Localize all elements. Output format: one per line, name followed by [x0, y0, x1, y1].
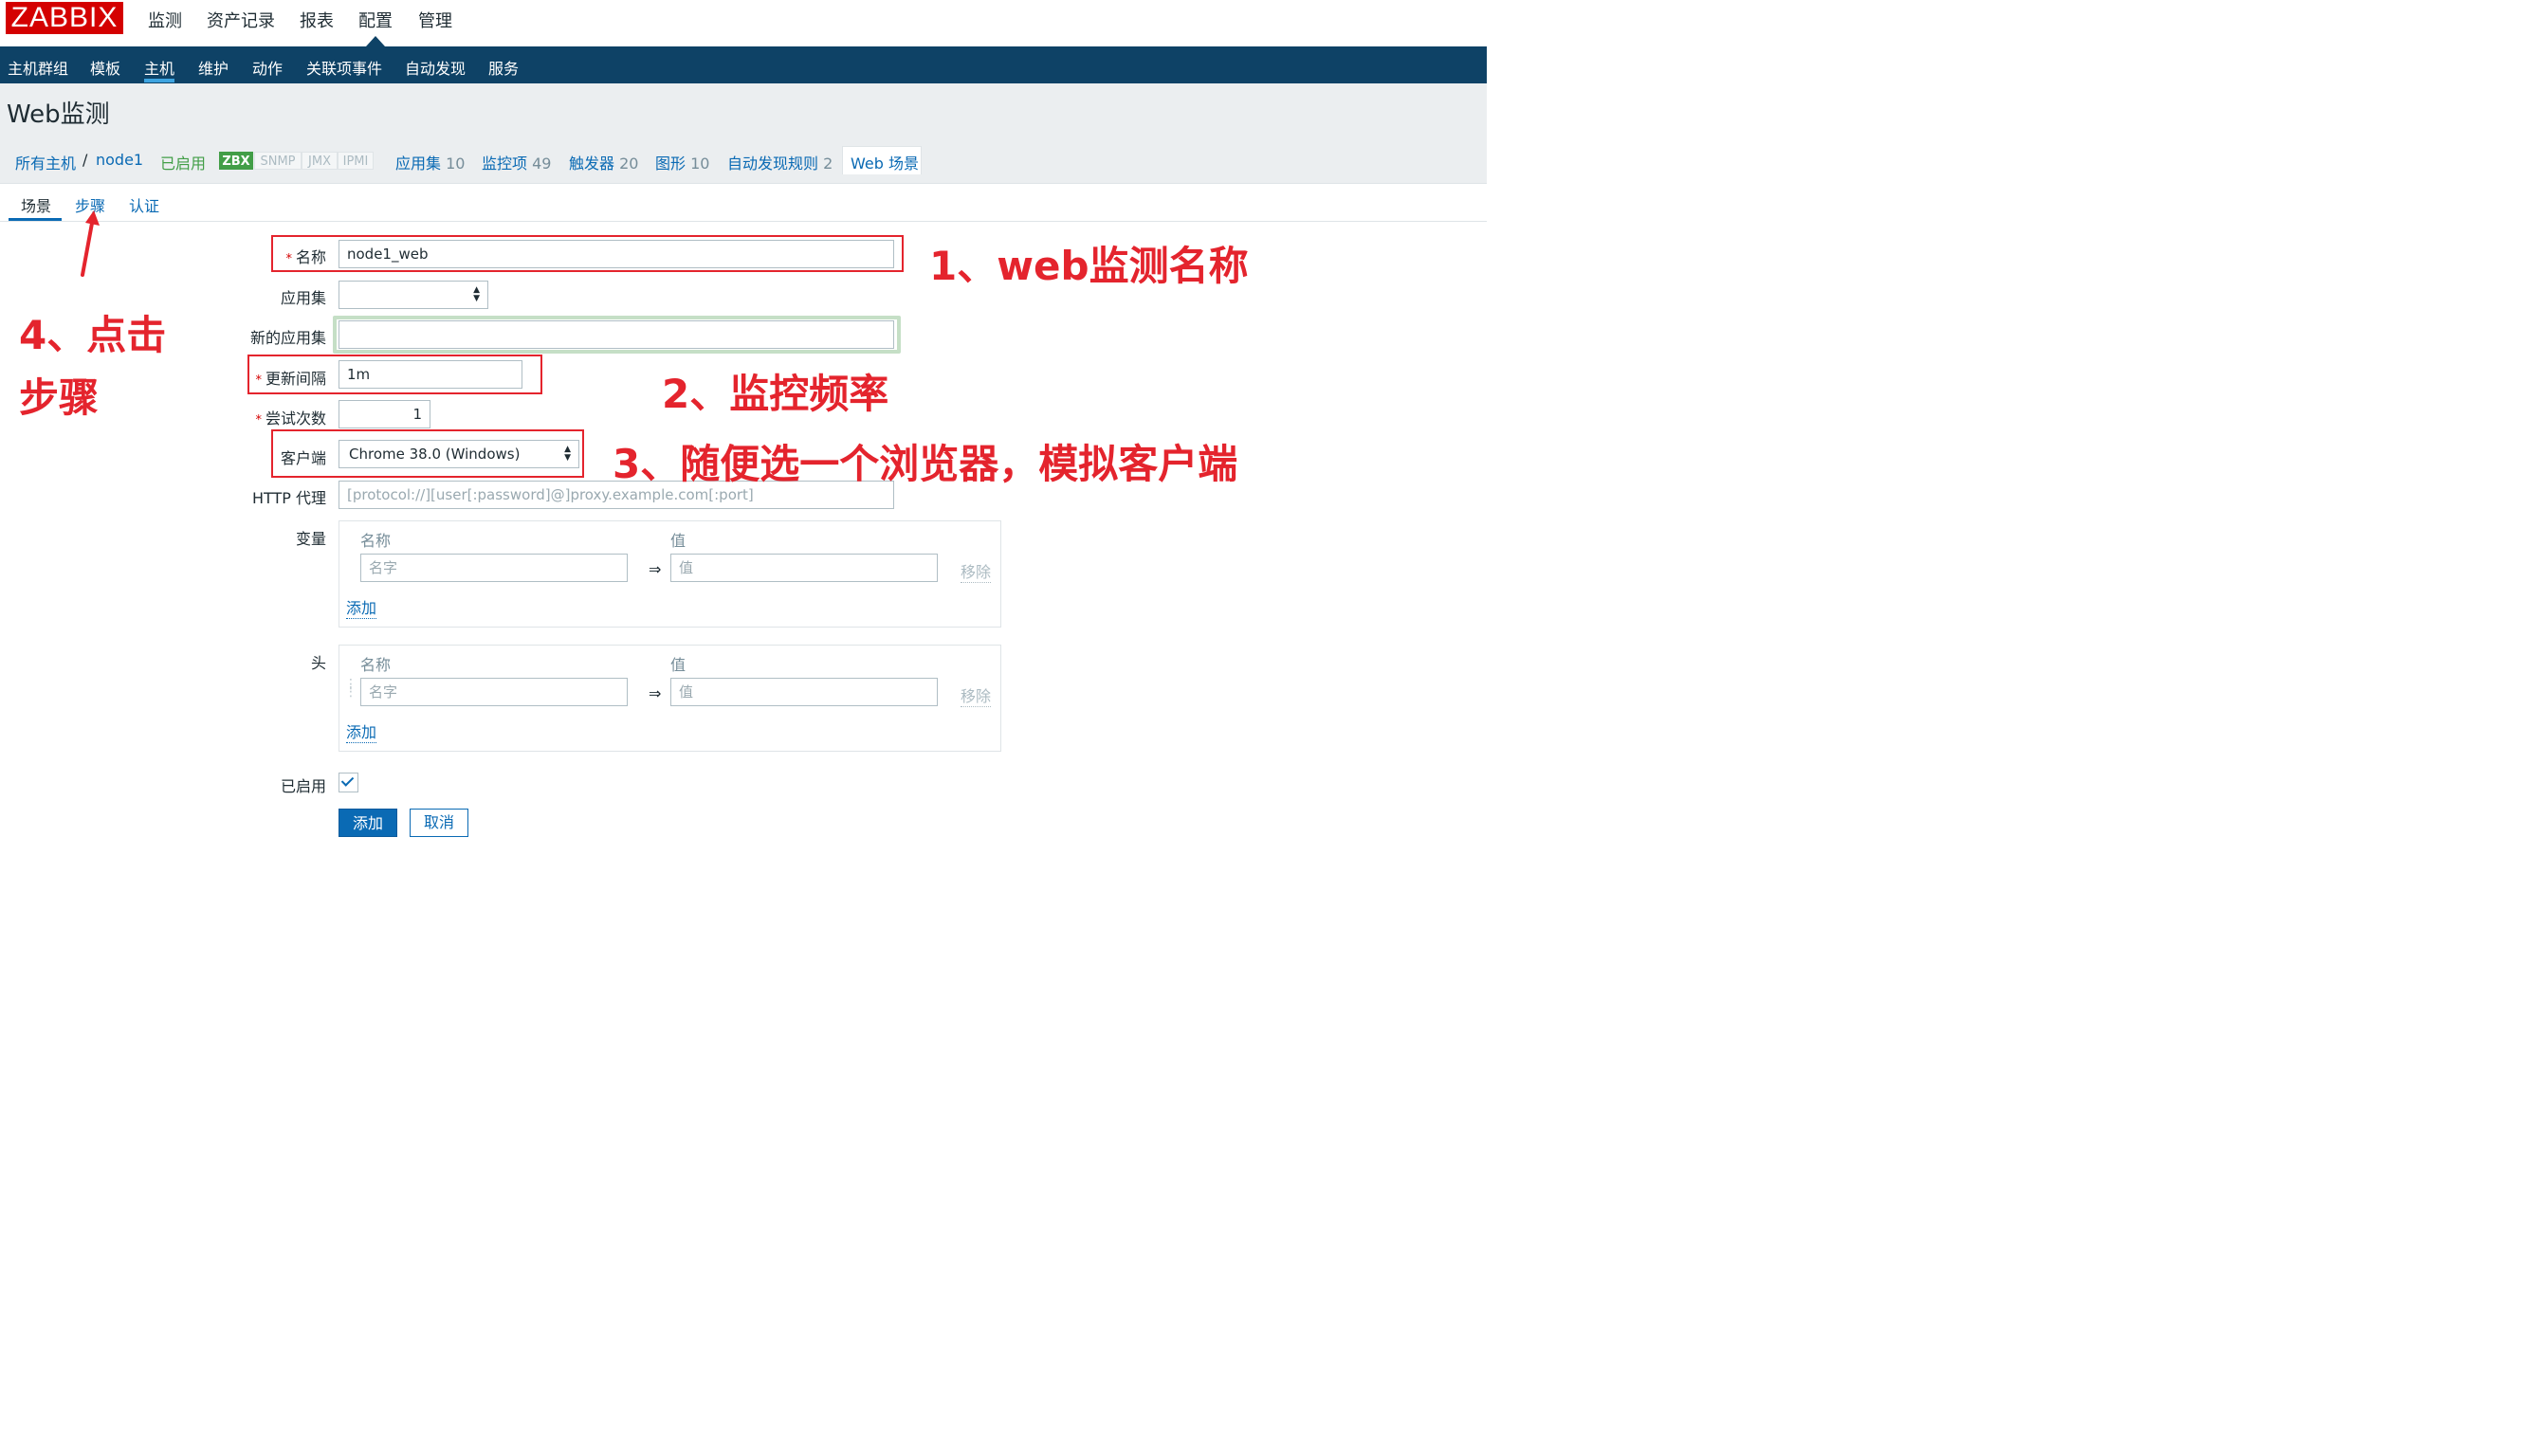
link-items-count: 49 [532, 155, 552, 173]
submenu-host-groups[interactable]: 主机群组 [8, 56, 68, 79]
tab-scenario[interactable]: 场景 [21, 193, 51, 216]
menu-inventory[interactable]: 资产记录 [207, 8, 275, 32]
annotation-4-line2: 步骤 [19, 374, 100, 421]
header-remove-button[interactable]: 移除 [961, 683, 992, 707]
new-application-label: 新的应用集 [249, 329, 326, 347]
header-arrow-icon: ⇒ [649, 684, 662, 702]
headers-col-value: 值 [670, 656, 686, 674]
link-applications-label: 应用集 [395, 155, 442, 173]
enabled-checkbox[interactable] [339, 773, 358, 792]
attempts-label: * 尝试次数 [255, 406, 326, 428]
application-select[interactable]: ▲ ▼ [339, 281, 488, 309]
link-graphs[interactable]: 图形 10 [655, 151, 709, 173]
submenu-discovery[interactable]: 自动发现 [405, 56, 466, 79]
availability-zbx: ZBX [219, 152, 253, 170]
submenu-hosts[interactable]: 主机 [144, 56, 174, 79]
application-label: 应用集 [280, 289, 326, 307]
annotation-2: 2、监控频率 [662, 371, 889, 417]
required-mark: * [255, 413, 262, 428]
availability-ipmi: IPMI [338, 152, 374, 170]
http-proxy-label: HTTP 代理 [251, 489, 326, 507]
availability-snmp: SNMP [254, 152, 302, 170]
tabs-divider [0, 221, 1487, 222]
checkmark-icon [340, 774, 355, 787]
link-items[interactable]: 监控项 49 [482, 151, 551, 173]
variable-remove-button[interactable]: 移除 [961, 559, 992, 583]
headers-col-name: 名称 [360, 656, 392, 674]
menu-monitoring[interactable]: 监测 [148, 8, 182, 32]
variable-arrow-icon: ⇒ [649, 560, 662, 578]
header-add-link[interactable]: 添加 [346, 719, 377, 743]
submenu-templates[interactable]: 模板 [90, 56, 120, 79]
variable-add-link[interactable]: 添加 [346, 595, 377, 619]
enabled-label: 已启用 [280, 777, 326, 795]
headers-label: 头 [310, 654, 326, 672]
menu-reports[interactable]: 报表 [300, 8, 334, 32]
breadcrumb-all-hosts[interactable]: 所有主机 [15, 151, 76, 173]
link-discovery-rules-label: 自动发现规则 [727, 155, 819, 173]
annotation-arrow-icon [81, 210, 100, 277]
active-submenu-underline [144, 79, 174, 82]
variables-col-value: 值 [670, 532, 686, 550]
link-applications[interactable]: 应用集 10 [395, 151, 465, 173]
annotation-1: 1、web监测名称 [929, 243, 1249, 289]
submenu-services[interactable]: 服务 [488, 56, 519, 79]
link-discovery-rules-count: 2 [823, 155, 833, 173]
menu-configuration[interactable]: 配置 [358, 8, 393, 32]
active-menu-indicator [366, 36, 385, 46]
annotation-4-line1: 4、点击 [19, 312, 167, 358]
link-graphs-count: 10 [690, 155, 710, 173]
submenu-event-correlation[interactable]: 关联项事件 [306, 56, 382, 79]
attempts-input[interactable]: 1 [339, 400, 430, 428]
annotation-box-name [271, 235, 904, 272]
link-items-label: 监控项 [482, 155, 528, 173]
tab-authentication[interactable]: 认证 [129, 193, 159, 216]
link-triggers[interactable]: 触发器 20 [569, 151, 638, 173]
new-application-input[interactable] [339, 320, 894, 349]
variable-value-input[interactable]: 值 [670, 554, 938, 582]
annotation-box-interval [247, 355, 542, 394]
select-updown-icon: ▲ ▼ [473, 285, 480, 303]
variables-col-name: 名称 [360, 532, 392, 550]
annotation-3: 3、随便选一个浏览器，模拟客户端 [613, 441, 1238, 487]
variable-name-input[interactable]: 名字 [360, 554, 628, 582]
annotation-box-agent [271, 429, 584, 478]
link-web-scenarios[interactable]: Web 场景 [851, 151, 919, 173]
cancel-button[interactable]: 取消 [410, 809, 468, 837]
submenu-actions[interactable]: 动作 [252, 56, 283, 79]
link-discovery-rules[interactable]: 自动发现规则 2 [727, 151, 833, 173]
attempts-label-text: 尝试次数 [265, 410, 326, 428]
availability-jmx: JMX [302, 152, 338, 170]
add-button[interactable]: 添加 [339, 809, 397, 837]
host-status-enabled[interactable]: 已启用 [160, 151, 206, 173]
link-applications-count: 10 [446, 155, 466, 173]
page-title: Web监测 [7, 100, 110, 129]
submenu-maintenance[interactable]: 维护 [198, 56, 229, 79]
zabbix-logo[interactable]: ZABBIX [6, 2, 123, 34]
header-value-input[interactable]: 值 [670, 678, 938, 706]
breadcrumb-host[interactable]: node1 [96, 151, 143, 169]
link-triggers-count: 20 [619, 155, 639, 173]
header-name-input[interactable]: 名字 [360, 678, 628, 706]
link-graphs-label: 图形 [655, 155, 686, 173]
variables-label: 变量 [295, 530, 326, 548]
menu-administration[interactable]: 管理 [418, 8, 452, 32]
link-triggers-label: 触发器 [569, 155, 615, 173]
breadcrumb-separator: / [82, 151, 88, 169]
